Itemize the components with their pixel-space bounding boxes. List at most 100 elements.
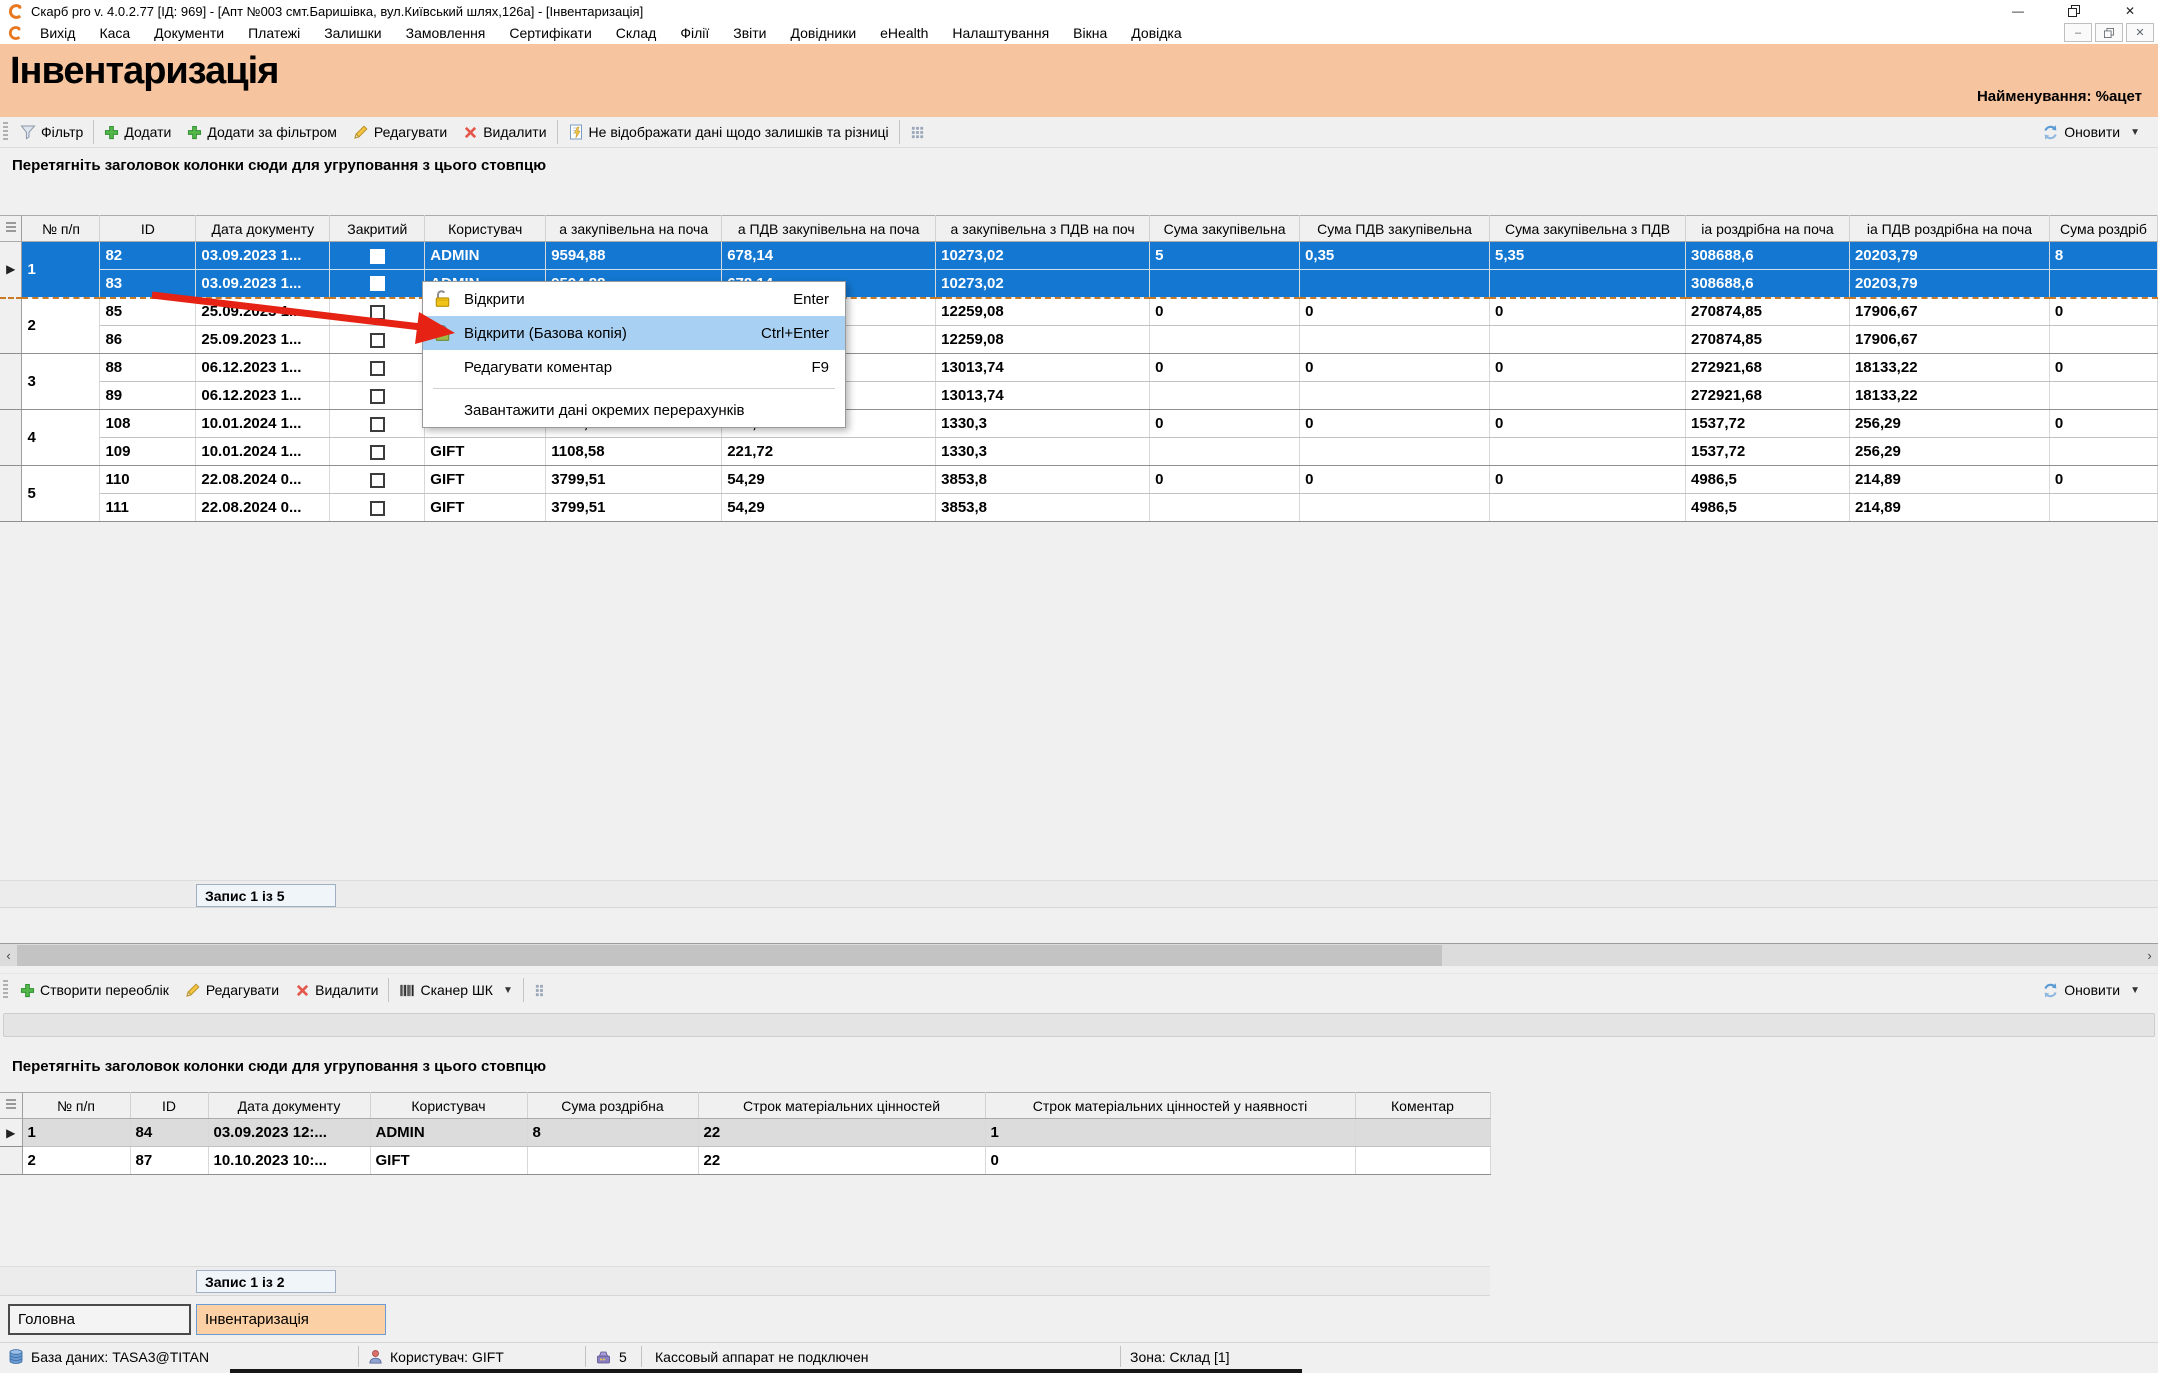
menubar-item-12[interactable]: Налаштування (940, 25, 1061, 41)
cell-date[interactable]: 06.12.2023 1... (196, 382, 330, 410)
scroll-right-button[interactable]: › (2141, 944, 2158, 966)
inventory-column-header-0[interactable]: № п/п (22, 216, 100, 242)
cell-value-8[interactable] (2049, 438, 2157, 466)
menubar-item-2[interactable]: Документи (142, 25, 236, 41)
tab-inventory[interactable]: Інвентаризація (196, 1304, 386, 1335)
cell-value-6[interactable]: 1537,72 (1686, 410, 1850, 438)
cell-value-3[interactable] (1150, 382, 1300, 410)
menubar-item-10[interactable]: Довідники (779, 25, 869, 41)
closed-checkbox[interactable] (370, 361, 385, 376)
cell-value-7[interactable]: 214,89 (1849, 494, 2049, 522)
mdi-restore-button[interactable] (2095, 23, 2123, 42)
cell-value-8[interactable]: 0 (2049, 354, 2157, 382)
cell-id[interactable]: 89 (100, 382, 196, 410)
hide-leftovers-toggle[interactable]: Не відображати дані щодо залишків та різ… (560, 117, 897, 147)
cell-id[interactable]: 111 (100, 494, 196, 522)
cell-value-7[interactable]: 17906,67 (1849, 326, 2049, 354)
cell-user[interactable]: ADMIN (370, 1119, 527, 1147)
create-recount-button[interactable]: Створити переоблік (12, 974, 177, 1006)
cell-value-8[interactable]: 0 (2049, 410, 2157, 438)
cell-value-5[interactable] (1490, 270, 1686, 298)
cell-value-1[interactable]: 221,72 (722, 438, 936, 466)
cell-value-8[interactable] (2049, 494, 2157, 522)
cell-value-5[interactable] (1490, 382, 1686, 410)
inventory-column-header-6[interactable]: а ПДВ закупівельна на поча (722, 216, 936, 242)
cell-value-6[interactable]: 308688,6 (1686, 242, 1850, 270)
cell-value-2[interactable]: 12259,08 (936, 298, 1150, 326)
cell-value-6[interactable]: 4986,5 (1686, 466, 1850, 494)
scrollbar-thumb[interactable] (17, 945, 1442, 966)
cell-value-4[interactable]: 0 (1300, 298, 1490, 326)
inventory-column-header-11[interactable]: іа роздрібна на поча (1686, 216, 1850, 242)
menubar-item-6[interactable]: Сертифікати (497, 25, 603, 41)
inventory-row-86[interactable]: 8625.09.2023 1...12259,08270874,8517906,… (0, 326, 2158, 354)
cell-value-3[interactable] (1150, 326, 1300, 354)
cell-value-8[interactable] (2049, 270, 2157, 298)
menubar-item-5[interactable]: Замовлення (394, 25, 498, 41)
cell-value-5[interactable] (1490, 326, 1686, 354)
cell-sum[interactable] (527, 1147, 698, 1175)
mdi-minimize-button[interactable]: – (2064, 23, 2092, 42)
cell-closed[interactable] (330, 438, 425, 466)
inventory-column-header-13[interactable]: Сума роздріб (2049, 216, 2157, 242)
cell-value-4[interactable] (1300, 494, 1490, 522)
cell-closed[interactable] (330, 242, 425, 270)
add-button[interactable]: Додати (96, 117, 179, 147)
inventory-column-header-3[interactable]: Закритий (330, 216, 425, 242)
cell-value-4[interactable]: 0 (1300, 410, 1490, 438)
cell-date[interactable]: 10.10.2023 10:... (208, 1147, 370, 1175)
cell-value-8[interactable] (2049, 326, 2157, 354)
cell-user[interactable]: GIFT (425, 466, 546, 494)
cell-value-6[interactable]: 4986,5 (1686, 494, 1850, 522)
cell-term-available[interactable]: 0 (985, 1147, 1355, 1175)
cell-id[interactable]: 88 (100, 354, 196, 382)
cell-user[interactable]: GIFT (370, 1147, 527, 1175)
cell-value-7[interactable]: 20203,79 (1849, 270, 2049, 298)
cell-comment[interactable] (1355, 1147, 1490, 1175)
add-by-filter-button[interactable]: Додати за фільтром (179, 117, 345, 147)
cell-value-4[interactable] (1300, 326, 1490, 354)
cell-user[interactable]: ADMIN (425, 242, 546, 270)
cell-value-4[interactable] (1300, 382, 1490, 410)
context-menu-item-load-recounts[interactable]: Завантажити дані окремих перерахунків (423, 393, 845, 427)
refresh-button-bottom[interactable]: Оновити ▼ (2034, 974, 2148, 1006)
scroll-left-button[interactable]: ‹ (0, 944, 17, 966)
recount-column-header-7[interactable]: Коментар (1355, 1093, 1490, 1119)
cell-date[interactable]: 10.01.2024 1... (196, 410, 330, 438)
grid-corner-button[interactable] (0, 216, 22, 242)
inventory-row-109[interactable]: 10910.01.2024 1...GIFT1108,58221,721330,… (0, 438, 2158, 466)
cell-value-4[interactable]: 0,35 (1300, 242, 1490, 270)
inventory-column-header-4[interactable]: Користувач (425, 216, 546, 242)
cell-user[interactable]: GIFT (425, 494, 546, 522)
cell-value-8[interactable] (2049, 382, 2157, 410)
cell-value-0[interactable]: 1108,58 (546, 438, 722, 466)
inventory-column-header-9[interactable]: Сума ПДВ закупівельна (1300, 216, 1490, 242)
cell-date[interactable]: 25.09.2023 1... (196, 326, 330, 354)
menubar-item-8[interactable]: Філії (668, 25, 721, 41)
cell-value-0[interactable]: 3799,51 (546, 494, 722, 522)
cell-value-0[interactable]: 3799,51 (546, 466, 722, 494)
cell-closed[interactable] (330, 466, 425, 494)
menubar-item-11[interactable]: eHealth (868, 25, 940, 41)
delete-button[interactable]: Видалити (455, 117, 554, 147)
refresh-button-top[interactable]: Оновити ▼ (2034, 117, 2148, 147)
recount-row-84[interactable]: ▶18403.09.2023 12:...ADMIN8221 (0, 1119, 1490, 1147)
mdi-close-button[interactable]: ✕ (2126, 23, 2154, 42)
cell-value-0[interactable]: 9594,88 (546, 242, 722, 270)
context-menu-item-open[interactable]: Відкрити Enter (423, 282, 845, 316)
cell-value-3[interactable]: 0 (1150, 466, 1300, 494)
menubar-item-13[interactable]: Вікна (1061, 25, 1119, 41)
menubar-item-1[interactable]: Каса (87, 25, 142, 41)
cell-value-4[interactable] (1300, 438, 1490, 466)
cell-value-6[interactable]: 272921,68 (1686, 354, 1850, 382)
cell-value-8[interactable]: 0 (2049, 298, 2157, 326)
cell-date[interactable]: 22.08.2024 0... (196, 494, 330, 522)
filter-button[interactable]: Фільтр (12, 117, 91, 147)
cell-value-5[interactable]: 0 (1490, 410, 1686, 438)
cell-id[interactable]: 83 (100, 270, 196, 298)
cell-value-5[interactable]: 0 (1490, 354, 1686, 382)
cell-closed[interactable] (330, 382, 425, 410)
cell-value-4[interactable]: 0 (1300, 466, 1490, 494)
cell-value-5[interactable]: 5,35 (1490, 242, 1686, 270)
cell-value-7[interactable]: 214,89 (1849, 466, 2049, 494)
